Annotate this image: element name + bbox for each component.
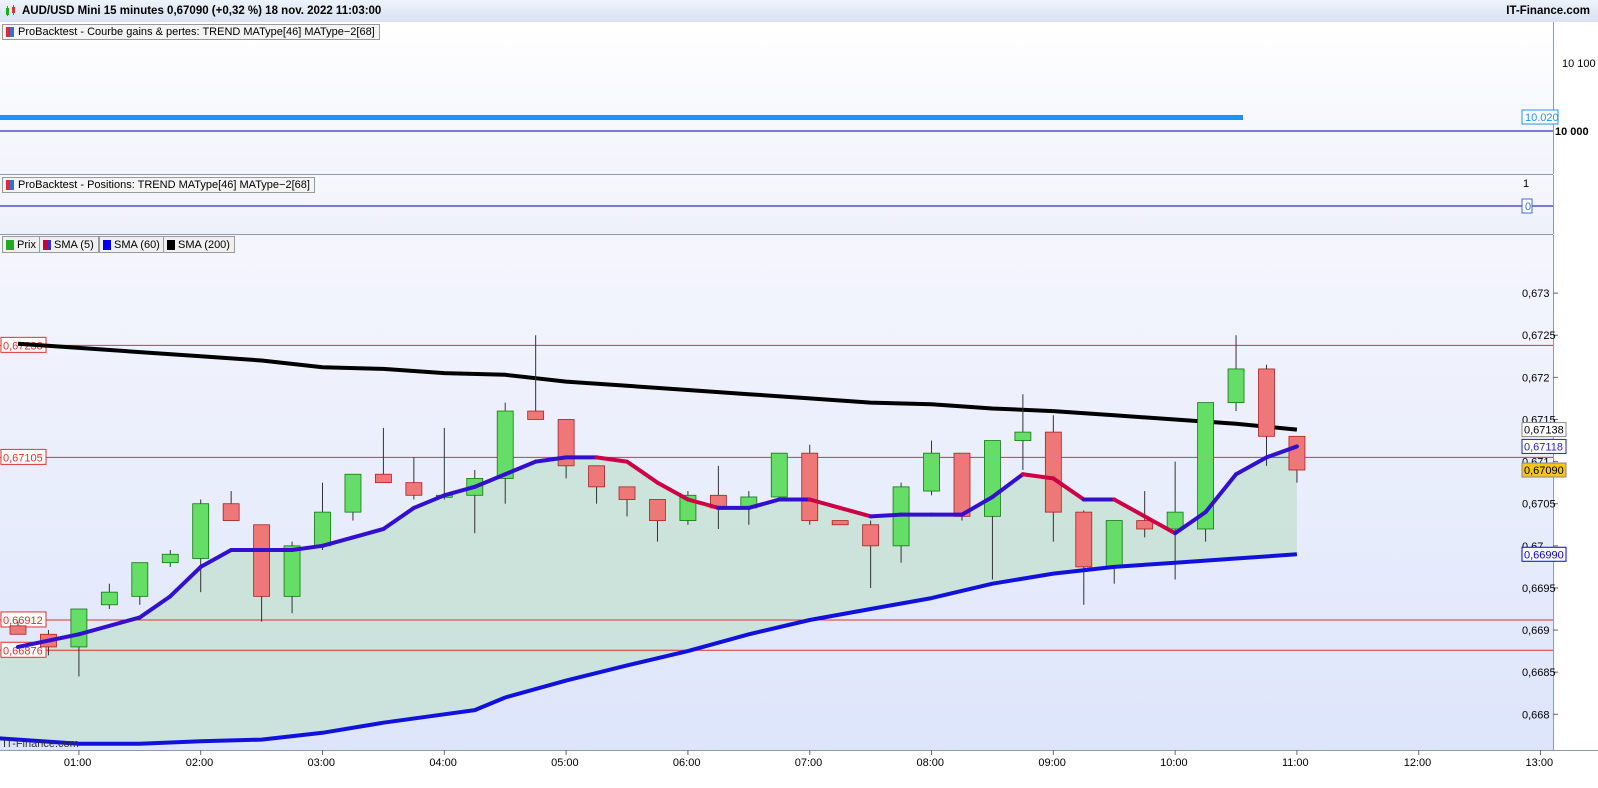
positions-current-label: 0 <box>1525 201 1531 213</box>
candle <box>923 452 940 492</box>
watermark: IT-Finance.com <box>3 738 79 750</box>
legend-label-sma200: SMA (200) <box>178 238 230 251</box>
time-tick-label: 07:00 <box>795 757 823 769</box>
candle <box>161 553 179 564</box>
price-tick-label: 0,6705 <box>1522 499 1556 511</box>
sma60-swatch <box>103 239 111 250</box>
candle <box>192 503 210 559</box>
price-swatch <box>6 239 14 250</box>
candle <box>770 452 788 498</box>
price-tick-label: 0,669 <box>1522 625 1550 637</box>
candle <box>344 473 362 513</box>
time-tick-label: 12:00 <box>1404 757 1432 769</box>
candle <box>70 608 88 648</box>
price-tick-label: 0,672 <box>1522 372 1550 384</box>
price-tick-label: 0,673 <box>1522 288 1550 300</box>
equity-current-label: 10.020 <box>1525 112 1559 124</box>
candle <box>1258 368 1275 437</box>
legend-label-sma60: SMA (60) <box>114 238 160 251</box>
price-tick-label: 0,6685 <box>1522 667 1556 679</box>
sma-area-fill <box>0 446 1297 744</box>
candle <box>1014 431 1032 441</box>
sma200-line <box>17 341 1298 432</box>
candle <box>253 524 271 597</box>
axis-current-label: 0,67118 <box>1524 441 1563 453</box>
candle <box>527 410 545 420</box>
candle <box>496 410 514 479</box>
candle <box>1105 520 1123 568</box>
candle <box>100 591 118 606</box>
legend-label-price: Prix <box>17 238 36 251</box>
candle <box>1136 520 1154 530</box>
time-tick-label: 13:00 <box>1526 757 1554 769</box>
time-tick-label: 10:00 <box>1160 757 1188 769</box>
sma200-swatch <box>167 239 175 250</box>
legend-item-sma5[interactable]: SMA (5) <box>39 236 99 253</box>
candle <box>314 511 331 547</box>
candle <box>1075 511 1093 568</box>
sma5-swatch <box>43 239 51 250</box>
chart-svg: 10 10010 00010.020100,672380,671050,6691… <box>0 58 1596 769</box>
candle <box>1288 435 1306 471</box>
time-tick-label: 06:00 <box>673 757 701 769</box>
time-tick-label: 05:00 <box>551 757 579 769</box>
candle <box>588 465 605 488</box>
sma5-segment <box>868 512 904 519</box>
legend-item-sma200[interactable]: SMA (200) <box>163 236 235 253</box>
axis-current-label: 0,67090 <box>1524 465 1564 477</box>
time-tick-label: 02:00 <box>186 757 214 769</box>
equity-tick-label: 10 000 <box>1555 126 1589 138</box>
candle <box>222 503 240 521</box>
equity-tick-label: 10 100 <box>1562 58 1596 70</box>
legend-item-price[interactable]: Prix <box>2 236 41 253</box>
candle <box>131 562 149 597</box>
time-tick-label: 03:00 <box>308 757 336 769</box>
legend-item-sma60[interactable]: SMA (60) <box>99 236 165 253</box>
candle <box>1166 511 1184 530</box>
candle <box>862 524 880 547</box>
equity-curve <box>0 115 1243 120</box>
price-tick-label: 0,668 <box>1522 709 1550 721</box>
legend-label-sma5: SMA (5) <box>54 238 94 251</box>
axis-current-label: 0,66990 <box>1524 549 1564 561</box>
candle <box>9 625 27 635</box>
time-tick-label: 11:00 <box>1282 757 1309 769</box>
time-tick-label: 09:00 <box>1038 757 1066 769</box>
time-tick-label: 01:00 <box>64 757 92 769</box>
candle <box>831 520 849 526</box>
candle <box>801 452 819 521</box>
price-tick-label: 0,6695 <box>1522 583 1556 595</box>
candle <box>984 440 1001 517</box>
candle <box>405 482 423 496</box>
axis-current-label: 0,67138 <box>1524 425 1564 437</box>
time-tick-label: 04:00 <box>429 757 457 769</box>
hline-label: 0,67105 <box>3 452 43 464</box>
positions-tick-label: 1 <box>1523 178 1529 190</box>
price-tick-label: 0,6725 <box>1522 330 1556 342</box>
candle <box>649 499 666 521</box>
candle <box>618 486 636 500</box>
candle <box>283 545 301 597</box>
time-tick-label: 08:00 <box>917 757 945 769</box>
candle <box>953 452 971 517</box>
candle <box>1227 368 1245 404</box>
candle <box>1044 431 1062 513</box>
hline-label: 0,66912 <box>3 615 43 627</box>
chart-window: AUD/USD Mini 15 minutes 0,67090 (+0,32 %… <box>0 0 1598 788</box>
candle <box>375 473 392 484</box>
